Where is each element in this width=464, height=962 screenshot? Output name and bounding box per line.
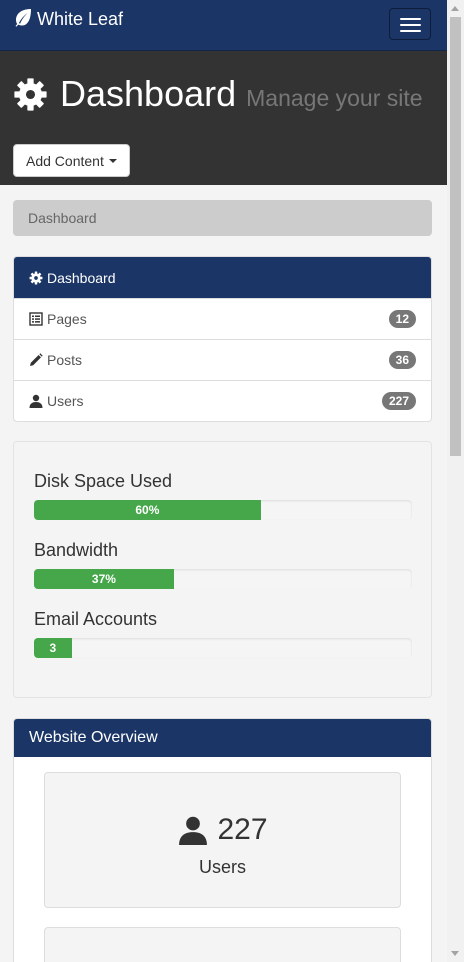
hamburger-icon-bar [400, 30, 421, 32]
usage-stats: Disk Space Used 60% Bandwidth 37% Email … [13, 441, 432, 698]
users-stat-number-row: 227 [45, 813, 400, 847]
scrollbar[interactable] [447, 0, 464, 962]
gear-icon [29, 271, 43, 284]
menu-item-label: Pages [47, 311, 87, 327]
menu-item-users[interactable]: Users 227 [14, 380, 431, 421]
hamburger-icon [400, 18, 421, 20]
users-stat-card: 227 Users [44, 772, 401, 908]
user-icon [29, 394, 43, 408]
stat-label-disk: Disk Space Used [34, 471, 173, 491]
stat-label-bandwidth: Bandwidth [34, 540, 119, 560]
menu-item-dashboard[interactable]: Dashboard [14, 257, 431, 298]
breadcrumb-current: Dashboard [28, 210, 97, 226]
user-icon [179, 816, 208, 845]
page-title: Dashboard Manage your site [13, 73, 423, 115]
caret-down-icon [108, 158, 117, 163]
add-content-label: Add Content [26, 152, 104, 169]
brand[interactable]: White Leaf [13, 7, 123, 32]
progress-bar-disk: 60% [34, 500, 412, 520]
count-badge: 12 [388, 310, 416, 328]
progress-bar-email: 3 [34, 638, 412, 658]
page-header: Dashboard Manage your site Add Content [0, 51, 447, 185]
scroll-up-arrow-icon[interactable] [451, 6, 459, 11]
menu-item-label: Posts [47, 352, 83, 368]
count-badge: 227 [381, 392, 416, 410]
scrollbar-thumb[interactable] [450, 17, 461, 456]
hamburger-icon-bar [400, 24, 421, 26]
stat-label-email: Email Accounts [34, 609, 158, 629]
overview-heading: Website Overview [14, 719, 431, 757]
users-count: 227 [217, 813, 268, 846]
pencil-icon [29, 353, 43, 367]
leaf-icon [13, 7, 33, 32]
users-card-label: Users [198, 857, 246, 877]
dashboard-menu: Dashboard Pages 12 Posts 36 Users 227 [13, 256, 432, 422]
menu-heading-label: Dashboard [47, 269, 116, 286]
page-subtitle: Manage your site [246, 85, 423, 111]
progress-fill-disk: 60% [34, 500, 261, 520]
menu-item-pages[interactable]: Pages 12 [14, 298, 431, 339]
count-badge: 36 [388, 351, 416, 369]
progress-fill-email: 3 [34, 638, 72, 658]
scroll-down-arrow-icon[interactable] [451, 951, 459, 956]
website-overview-panel: Website Overview 227 Users [13, 718, 432, 962]
navbar: White Leaf [0, 0, 447, 51]
breadcrumb: Dashboard [13, 200, 432, 236]
gear-icon [14, 77, 47, 111]
list-icon [29, 312, 43, 326]
add-content-button[interactable]: Add Content [13, 144, 130, 177]
menu-item-label: Users [47, 393, 84, 409]
stat-card [44, 927, 401, 962]
menu-toggle-button[interactable] [389, 8, 431, 40]
menu-item-posts[interactable]: Posts 36 [14, 339, 431, 380]
brand-name: White Leaf [37, 9, 124, 29]
progress-fill-bandwidth: 37% [34, 569, 174, 589]
progress-bar-bandwidth: 37% [34, 569, 412, 589]
page: White Leaf Dashboard Manage your site Ad… [0, 0, 447, 962]
page-title-text: Dashboard [60, 73, 237, 114]
